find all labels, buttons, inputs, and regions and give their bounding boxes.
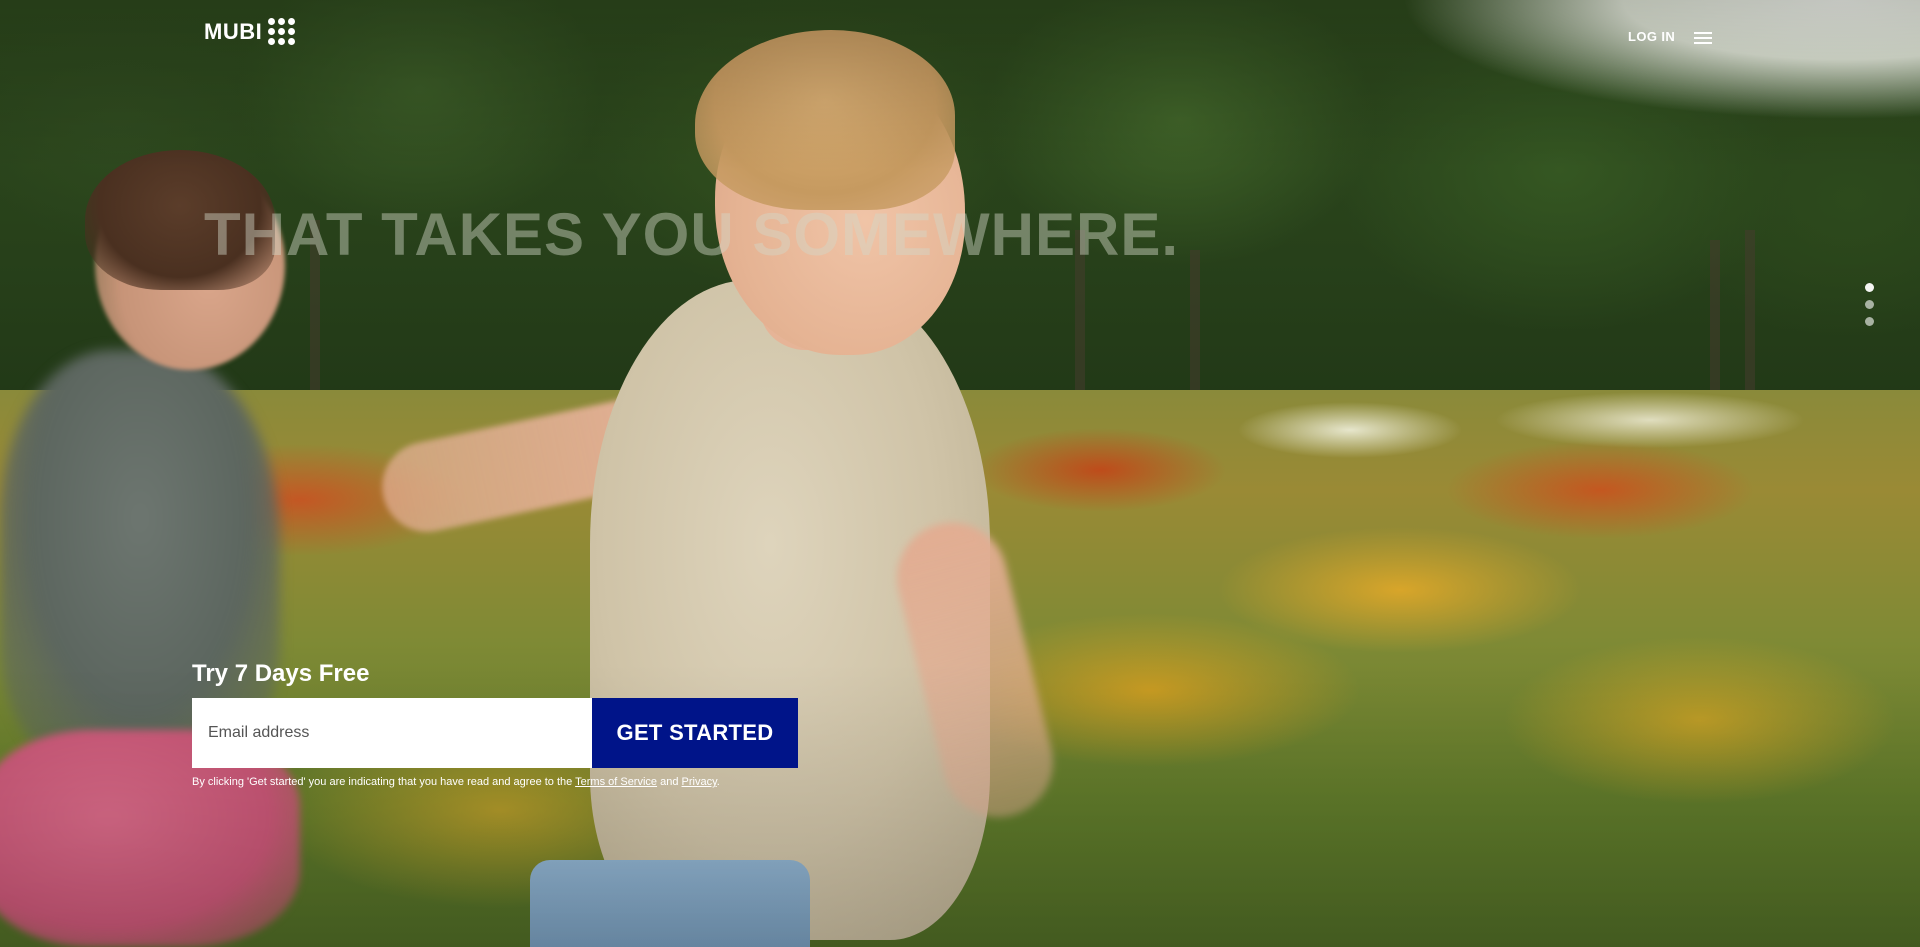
- hero-section: MUBI LOG IN THAT TAKES YOU SOMEWHERE. Tr…: [0, 0, 1920, 947]
- legal-prefix: By clicking 'Get started' you are indica…: [192, 776, 576, 788]
- logo-wordmark: MUBI: [204, 18, 263, 44]
- hero-background-image: [0, 0, 1920, 947]
- signup-title: Try 7 Days Free: [192, 660, 370, 687]
- legal-suffix: .: [716, 776, 720, 788]
- hero-headline: THAT TAKES YOU SOMEWHERE.: [204, 201, 1180, 268]
- get-started-button[interactable]: GET STARTED: [592, 698, 798, 768]
- privacy-link[interactable]: Privacy: [682, 776, 717, 788]
- mubi-logo[interactable]: MUBI: [204, 18, 296, 45]
- terms-of-service-link[interactable]: Terms of Service: [575, 776, 657, 788]
- pager-dot[interactable]: [1865, 300, 1874, 309]
- signup-row: GET STARTED: [192, 698, 812, 768]
- pager-dot[interactable]: [1865, 317, 1874, 326]
- pager-dot[interactable]: [1865, 283, 1874, 292]
- slide-pager: [1865, 283, 1874, 326]
- signup-form: Try 7 Days Free GET STARTED By clicking …: [192, 660, 812, 788]
- email-input[interactable]: [192, 698, 592, 768]
- image-overlay: [0, 0, 1920, 947]
- legal-notice: By clicking 'Get started' you are indica…: [192, 776, 812, 788]
- hamburger-menu-icon[interactable]: [1694, 32, 1712, 44]
- legal-and: and: [657, 776, 682, 788]
- login-link[interactable]: LOG IN: [1628, 29, 1675, 44]
- logo-dots-icon: [268, 18, 296, 45]
